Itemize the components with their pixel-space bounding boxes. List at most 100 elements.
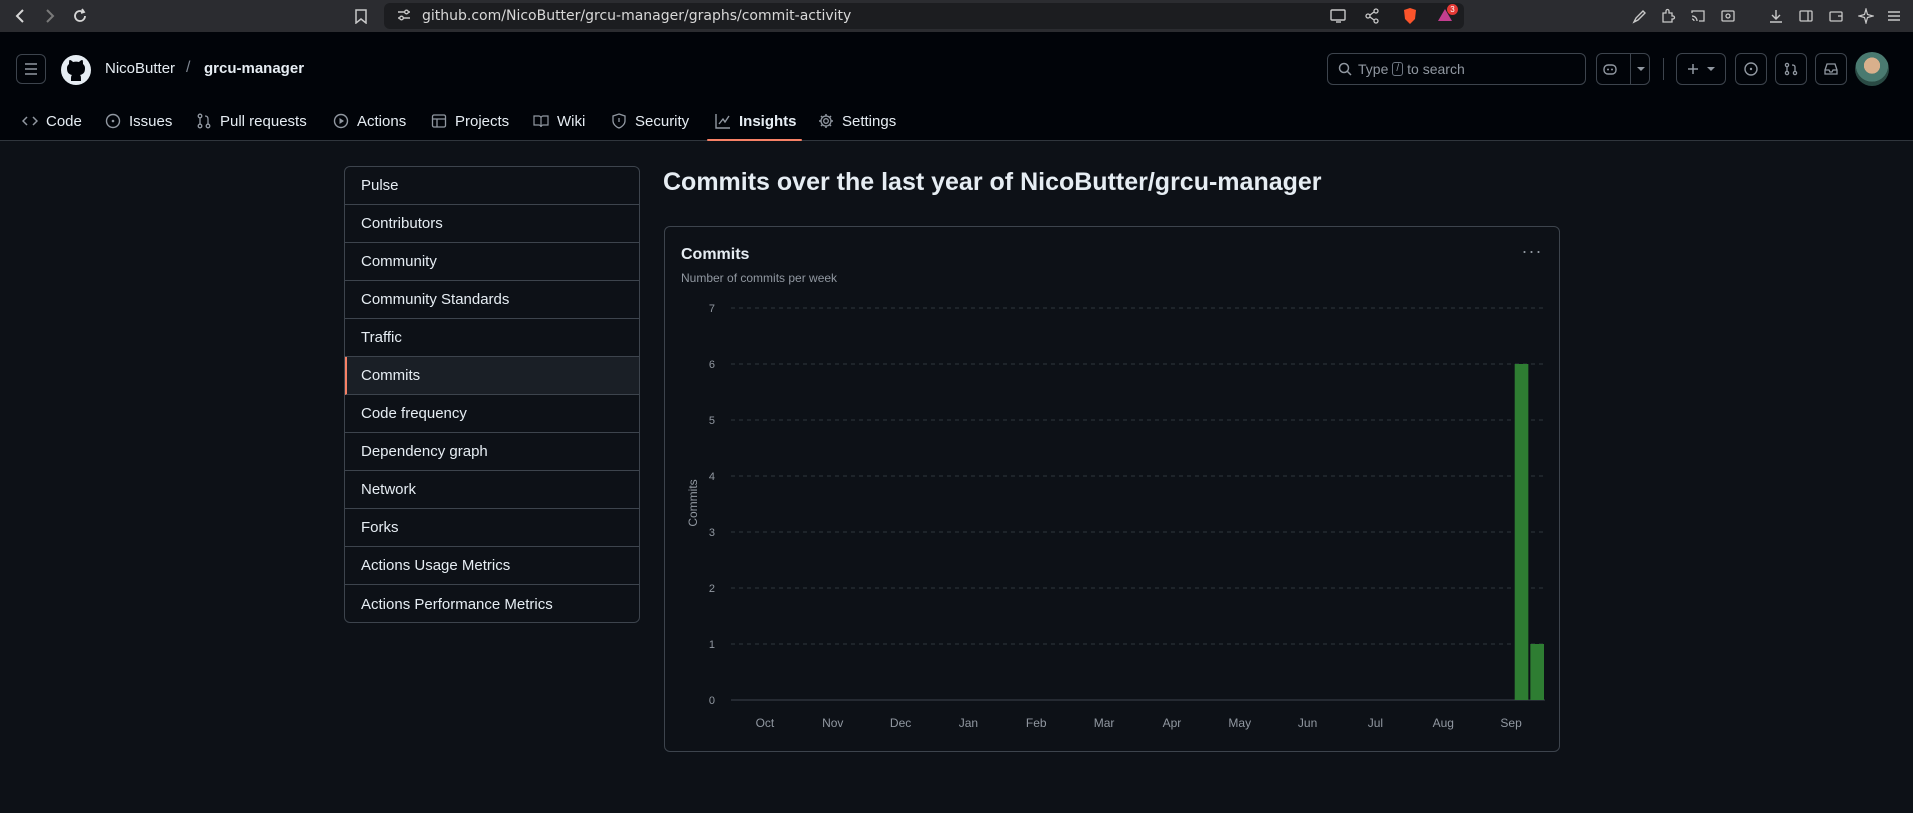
repo-tabs: Code Issues Pull requests Actions Projec… — [0, 102, 1913, 140]
search-placeholder-post: to search — [1407, 61, 1465, 77]
plus-icon — [1688, 64, 1698, 74]
y-tick-label: 4 — [709, 471, 715, 483]
github-header: NicoButter / grcu-manager Type / to sear… — [0, 32, 1913, 141]
brave-shield-icon[interactable] — [1402, 7, 1418, 30]
sidebar-item-community[interactable]: Community — [345, 243, 639, 281]
bookmark-icon[interactable] — [351, 6, 371, 26]
search-shortcut-key: / — [1392, 62, 1404, 76]
tab-label: Pull requests — [220, 112, 307, 130]
insights-sidebar: Pulse Contributors Community Community S… — [344, 166, 640, 623]
tab-pull-requests[interactable]: Pull requests — [196, 102, 307, 140]
tab-insights[interactable]: Insights — [715, 102, 797, 140]
tab-settings[interactable]: Settings — [818, 102, 896, 140]
book-icon — [533, 115, 549, 128]
pull-requests-button[interactable] — [1775, 53, 1807, 85]
page-title: Commits over the last year of NicoButter… — [663, 168, 1322, 197]
forward-icon[interactable] — [40, 6, 60, 26]
tab-wiki[interactable]: Wiki — [533, 102, 585, 140]
play-icon — [333, 113, 349, 129]
gear-icon — [819, 114, 833, 128]
search-input[interactable]: Type / to search — [1327, 53, 1586, 85]
active-tab-indicator — [707, 139, 802, 141]
breadcrumb-repo[interactable]: grcu-manager — [204, 60, 304, 77]
reload-icon[interactable] — [70, 6, 90, 26]
commit-bar[interactable] — [1514, 364, 1529, 700]
sidebar-item-forks[interactable]: Forks — [345, 509, 639, 547]
y-tick-label: 6 — [709, 359, 715, 371]
issue-icon — [105, 113, 121, 129]
sidebar-item-contributors[interactable]: Contributors — [345, 205, 639, 243]
y-tick-label: 5 — [709, 415, 715, 427]
tab-actions[interactable]: Actions — [333, 102, 406, 140]
y-tick-label: 0 — [709, 695, 715, 707]
menu-icon[interactable] — [1884, 6, 1904, 26]
tab-security[interactable]: Security — [611, 102, 689, 140]
sidebar-icon[interactable] — [1796, 6, 1816, 26]
tab-label: Actions — [357, 112, 407, 130]
x-tick-label: Apr — [1163, 716, 1182, 730]
create-new-button[interactable] — [1676, 53, 1726, 85]
sidebar-item-code-frequency[interactable]: Code frequency — [345, 395, 639, 433]
back-icon[interactable] — [10, 6, 30, 26]
x-tick-label: Nov — [822, 716, 843, 730]
share-icon[interactable] — [1364, 8, 1380, 29]
sidebar-item-pulse[interactable]: Pulse — [345, 167, 639, 205]
pen-icon[interactable] — [1630, 6, 1650, 26]
tab-projects[interactable]: Projects — [431, 102, 509, 140]
tab-issues[interactable]: Issues — [105, 102, 172, 140]
copilot-button[interactable] — [1596, 53, 1650, 85]
inbox-icon — [1824, 63, 1838, 75]
cast-icon[interactable] — [1330, 8, 1348, 29]
sidebar-item-actions-performance-metrics[interactable]: Actions Performance Metrics — [345, 585, 639, 622]
x-tick-label: Jan — [959, 716, 978, 730]
header-divider — [1663, 58, 1664, 80]
issues-button[interactable] — [1735, 53, 1767, 85]
breadcrumb-owner[interactable]: NicoButter — [105, 60, 175, 77]
site-settings-icon[interactable] — [396, 7, 412, 28]
pull-request-icon — [197, 113, 211, 129]
x-tick-label: Sep — [1500, 716, 1522, 730]
avatar[interactable] — [1855, 52, 1889, 86]
hamburger-menu-button[interactable] — [16, 54, 46, 84]
notification-badge: 3 — [1447, 4, 1458, 15]
sidebar-item-community-standards[interactable]: Community Standards — [345, 281, 639, 319]
breadcrumb-separator: / — [186, 59, 191, 76]
search-placeholder-pre: Type — [1358, 61, 1389, 77]
commits-bar-chart: 0 1 2 3 4 5 6 7 Oct Nov Dec Jan Feb Mar Apr May Jun Jul A… — [686, 303, 1545, 730]
tab-code[interactable]: Code — [22, 102, 82, 140]
chevron-down-icon[interactable] — [1629, 54, 1645, 84]
browser-toolbar: github.com/NicoButter/grcu-manager/graph… — [0, 0, 1913, 32]
y-tick-label: 1 — [709, 639, 715, 651]
page-title-repo: NicoButter/grcu-manager — [1020, 168, 1322, 196]
x-tick-label: May — [1228, 716, 1251, 730]
x-tick-label: Dec — [890, 716, 911, 730]
issue-icon — [1744, 62, 1758, 76]
screenshot-icon[interactable] — [1718, 6, 1738, 26]
extensions-icon[interactable] — [1658, 6, 1678, 26]
leo-ai-icon[interactable] — [1856, 6, 1876, 26]
x-tick-label: Feb — [1026, 716, 1047, 730]
inbox-button[interactable] — [1815, 53, 1847, 85]
hamburger-icon — [25, 63, 37, 75]
sidebar-item-network[interactable]: Network — [345, 471, 639, 509]
code-icon — [22, 116, 38, 126]
sidebar-item-traffic[interactable]: Traffic — [345, 319, 639, 357]
search-icon — [1338, 62, 1352, 76]
github-logo-icon[interactable] — [60, 54, 92, 86]
download-icon[interactable] — [1766, 6, 1786, 26]
page-title-prefix: Commits over the last year of — [663, 168, 1014, 196]
tab-label: Projects — [455, 112, 510, 130]
sidebar-item-dependency-graph[interactable]: Dependency graph — [345, 433, 639, 471]
address-bar[interactable]: github.com/NicoButter/grcu-manager/graph… — [384, 3, 1464, 29]
commit-bar[interactable] — [1530, 644, 1544, 700]
sidebar-item-actions-usage-metrics[interactable]: Actions Usage Metrics — [345, 547, 639, 585]
sidebar-item-commits[interactable]: Commits — [345, 357, 639, 395]
table-icon — [431, 114, 447, 128]
tab-label: Code — [46, 112, 82, 130]
y-axis-label: Commits — [686, 479, 700, 526]
tab-label: Insights — [739, 112, 797, 130]
pull-request-icon — [1784, 62, 1798, 76]
chart-grid — [731, 307, 1545, 701]
wallet-icon[interactable] — [1826, 6, 1846, 26]
cast-screen-icon[interactable] — [1688, 6, 1708, 26]
